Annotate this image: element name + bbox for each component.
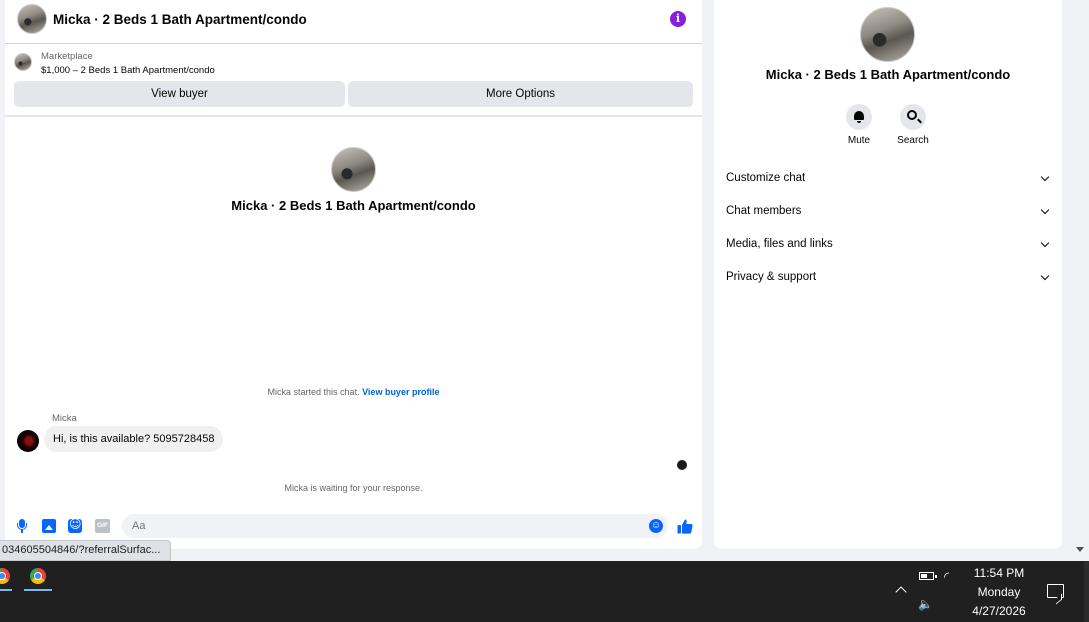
waiting-notice: Micka is waiting for your response. [284,483,423,493]
show-desktop-button[interactable] [1084,561,1089,622]
chrome-icon[interactable] [0,568,10,584]
view-buyer-button[interactable]: View buyer [14,81,345,107]
emoji-icon[interactable]: ☺ [649,519,663,533]
section-customize-chat[interactable]: Customize chat [726,169,1050,189]
search-label: Search [897,135,929,146]
read-receipt-indicator [677,460,687,470]
chat-header: Micka · 2 Beds 1 Bath Apartment/condo i [5,0,702,44]
info-avatar[interactable] [860,7,915,62]
section-privacy-support[interactable]: Privacy & support [726,268,1050,288]
mute-circle[interactable] [846,104,872,130]
message-composer: GIF ☺ [5,512,702,542]
chevron-down-icon [1040,172,1050,182]
view-buyer-profile-link[interactable]: View buyer profile [362,387,439,397]
listing-price-title[interactable]: $1,000 – 2 Beds 1 Bath Apartment/condo [41,65,215,76]
bell-icon [854,111,864,123]
listing-avatar[interactable] [17,4,47,34]
info-title: Micka · 2 Beds 1 Bath Apartment/condo [765,67,1011,82]
scroll-down-arrow-icon[interactable] [1076,547,1084,552]
section-label: Customize chat [726,172,806,184]
taskbar: ◜ 🔈 11:54 PM Monday 4/27/2026 [0,561,1089,622]
chat-title[interactable]: Micka · 2 Beds 1 Bath Apartment/condo [53,12,307,27]
chevron-down-icon [1040,238,1050,248]
section-chat-members[interactable]: Chat members [726,202,1050,222]
search-circle[interactable] [900,104,926,130]
show-hidden-icons-chevron-icon[interactable] [895,586,907,598]
chrome-icon[interactable] [30,568,46,584]
section-media-files-links[interactable]: Media, files and links [726,235,1050,255]
search-button[interactable]: Search [883,104,943,146]
sticker-icon[interactable] [68,517,82,533]
active-app-indicator [24,589,52,591]
listing-thumbnail[interactable] [14,53,32,71]
info-icon[interactable]: i [670,11,686,27]
intro-avatar[interactable] [331,147,376,192]
volume-icon[interactable]: 🔈 [918,597,933,611]
chat-started-text: Micka started this chat. [267,387,360,397]
search-icon [907,110,917,120]
mute-label: Mute [847,135,871,146]
intro-title: Micka · 2 Beds 1 Bath Apartment/condo [231,198,476,213]
message-input[interactable] [122,514,668,538]
mute-button[interactable]: Mute [829,104,889,146]
chat-started-notice: Micka started this chat. View buyer prof… [5,387,702,397]
clock-time[interactable]: 11:54 PM [960,566,1038,580]
message-bubble[interactable]: Hi, is this available? 5095728458 [44,426,224,452]
section-label: Privacy & support [726,271,817,283]
photo-icon[interactable] [42,519,56,533]
section-label: Media, files and links [726,238,833,250]
gif-icon[interactable]: GIF [95,519,110,533]
link-status-url: 034605504846/?referralSurfac... [0,540,172,561]
notifications-icon[interactable] [1047,584,1064,598]
marketplace-label: Marketplace [41,51,93,62]
active-app-indicator [0,589,12,591]
chevron-down-icon [1040,205,1050,215]
wifi-icon[interactable]: ◜ [944,570,949,585]
conversation-info-panel: Micka · 2 Beds 1 Bath Apartment/condo Mu… [714,0,1062,549]
sender-avatar[interactable] [17,430,39,452]
clock-date[interactable]: 4/27/2026 [960,604,1038,618]
sender-name: Micka [52,413,77,424]
microphone-icon[interactable] [15,519,29,533]
battery-icon[interactable] [919,572,937,580]
chevron-down-icon [1040,271,1050,281]
more-options-button[interactable]: More Options [348,81,693,107]
marketplace-bar: Marketplace $1,000 – 2 Beds 1 Bath Apart… [5,45,702,117]
chat-panel: Micka · 2 Beds 1 Bath Apartment/condo i … [5,0,702,549]
clock-day[interactable]: Monday [960,585,1038,599]
section-label: Chat members [726,205,802,217]
like-icon[interactable] [677,518,693,534]
